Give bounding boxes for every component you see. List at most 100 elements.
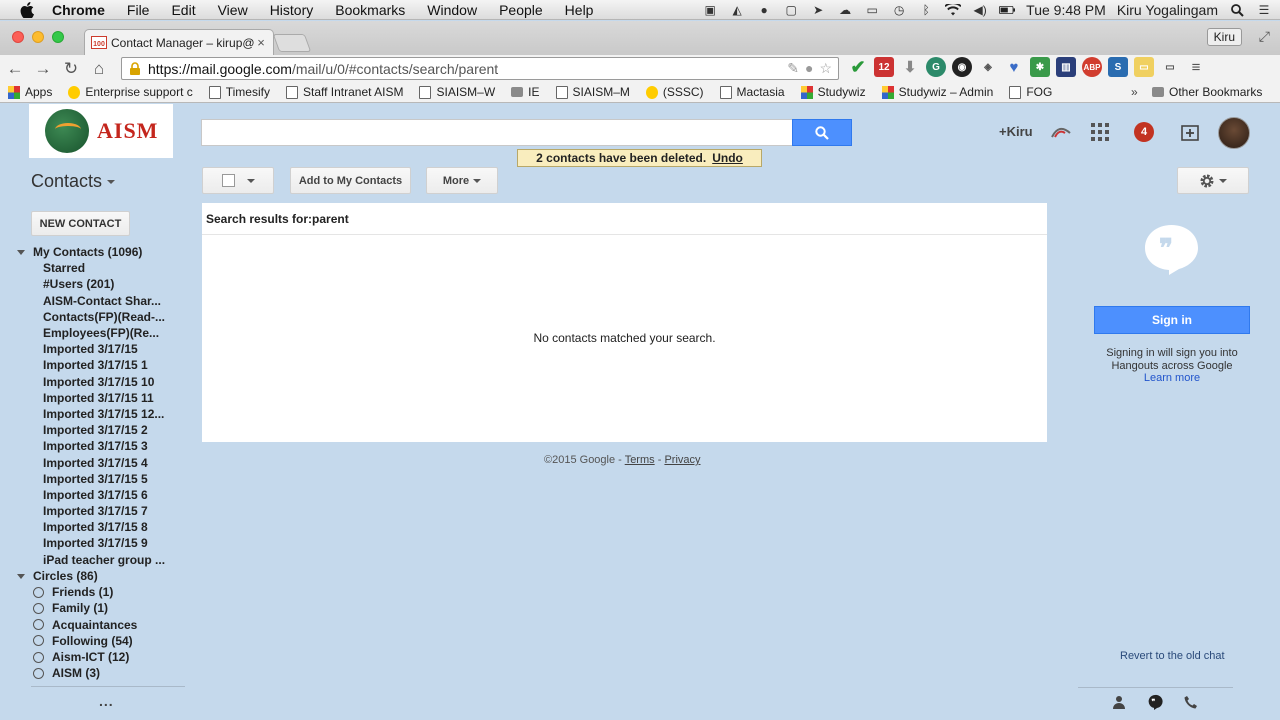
pen-icon[interactable]: ✎ — [787, 60, 799, 77]
settings-button[interactable] — [1177, 167, 1249, 194]
bookmark-studywiz[interactable]: Studywiz — [800, 85, 866, 99]
airplay-icon[interactable]: ▭ — [864, 3, 880, 17]
terms-link[interactable]: Terms — [625, 454, 655, 466]
notification-center-icon[interactable]: ☰ — [1256, 3, 1272, 17]
bookmark-siaism-w[interactable]: SIAISM–W — [419, 85, 495, 99]
tab-close-icon[interactable]: × — [255, 35, 267, 50]
v-extension-icon[interactable]: ♥ — [1004, 57, 1024, 77]
menu-edit[interactable]: Edit — [171, 2, 195, 18]
download-extension-icon[interactable]: ⬇ — [900, 57, 920, 77]
menu-view[interactable]: View — [218, 2, 248, 18]
home-icon[interactable]: ⌂ — [86, 58, 112, 80]
zoom-window-button[interactable] — [52, 31, 64, 43]
menubar-clock[interactable]: Tue 9:48 PM — [1026, 2, 1106, 18]
forward-arrow-icon[interactable]: → — [30, 58, 56, 80]
chart-extension-icon[interactable]: ▥ — [1056, 57, 1076, 77]
s-extension-icon[interactable]: S — [1108, 57, 1128, 77]
hangouts-icon[interactable]: ❞ — [1146, 693, 1164, 711]
sidebar-item-contacts-fp[interactable]: Contacts(FP)(Read-... — [14, 309, 184, 325]
apple-icon[interactable] — [18, 1, 36, 18]
sidebar-item-imported-10[interactable]: Imported 3/17/15 10 — [14, 374, 184, 390]
bookmark-apps[interactable]: Apps — [8, 85, 52, 99]
adblock-extension-icon[interactable]: ABP — [1082, 57, 1102, 77]
new-tab-button[interactable] — [272, 34, 312, 52]
shield-extension-icon[interactable]: ◈ — [978, 57, 998, 77]
share-plus-icon[interactable] — [1180, 122, 1200, 142]
browser-tab-contacts[interactable]: 100 Contact Manager – kirup@ × — [84, 29, 274, 55]
add-to-my-contacts-button[interactable]: Add to My Contacts — [290, 167, 411, 194]
sidebar-item-imported-9[interactable]: Imported 3/17/15 9 — [14, 535, 184, 551]
select-checkbox-dropdown[interactable] — [202, 167, 274, 194]
google-plus-profile-link[interactable]: +Kiru — [999, 124, 1033, 139]
bookmark-timesify[interactable]: Timesify — [208, 85, 270, 99]
bookmark-star-icon[interactable]: ☆ — [819, 60, 832, 77]
menu-window[interactable]: Window — [427, 2, 477, 18]
sidebar-item-starred[interactable]: Starred — [14, 260, 184, 276]
circle-item-following[interactable]: Following (54) — [14, 633, 189, 649]
wifi-icon[interactable] — [945, 3, 962, 17]
sidebar-item-imported-1[interactable]: Imported 3/17/15 1 — [14, 357, 184, 373]
more-button[interactable]: More — [426, 167, 498, 194]
learn-more-link[interactable]: Learn more — [1094, 372, 1250, 385]
bookmark-fog[interactable]: FOG — [1009, 85, 1052, 99]
bookmark-ie[interactable]: IE — [511, 85, 540, 99]
bookmark-sssc[interactable]: (SSSC) — [645, 85, 704, 99]
expand-triangle-icon[interactable] — [17, 573, 25, 579]
chrome-menu-icon[interactable]: ≡ — [1186, 57, 1206, 77]
bookmarks-overflow-chevron-icon[interactable]: » — [1131, 85, 1138, 99]
volume-icon[interactable]: ◀) — [972, 3, 988, 17]
menu-history[interactable]: History — [270, 2, 314, 18]
person-icon[interactable] — [1110, 693, 1128, 711]
apps-launcher-icon[interactable] — [1090, 122, 1110, 142]
grammarly-extension-icon[interactable]: G — [926, 57, 946, 77]
menubar-user[interactable]: Kiru Yogalingam — [1117, 2, 1218, 18]
my-contacts-group[interactable]: My Contacts (1096) — [14, 244, 189, 260]
privacy-link[interactable]: Privacy — [664, 454, 700, 466]
bookmark-studywiz-admin[interactable]: Studywiz – Admin — [881, 85, 993, 99]
expand-triangle-icon[interactable] — [17, 249, 25, 255]
spotlight-search-icon[interactable] — [1229, 3, 1245, 17]
revert-old-chat-link[interactable]: Revert to the old chat — [1120, 650, 1225, 662]
evernote-extension-icon[interactable]: ✱ — [1030, 57, 1050, 77]
badge-extension-icon[interactable]: 12 — [874, 57, 894, 77]
circle-item-aism-ict[interactable]: Aism-ICT (12) — [14, 649, 189, 665]
sidebar-item-imported[interactable]: Imported 3/17/15 — [14, 341, 184, 357]
bookmark-siaism-m[interactable]: SIAISM–M — [555, 85, 630, 99]
bell-icon[interactable]: ◭ — [729, 3, 745, 17]
phone-icon[interactable] — [1182, 693, 1200, 711]
menu-people[interactable]: People — [499, 2, 543, 18]
checkmark-extension-icon[interactable]: ✔ — [848, 57, 868, 77]
menu-bookmarks[interactable]: Bookmarks — [335, 2, 405, 18]
sign-in-button[interactable]: Sign in — [1094, 306, 1250, 334]
screen-icon[interactable]: ▢ — [783, 3, 799, 17]
bookmark-enterprise[interactable]: Enterprise support c — [68, 85, 193, 99]
contacts-app-switcher[interactable]: Contacts — [31, 171, 116, 192]
sidebar-item-imported-3[interactable]: Imported 3/17/15 3 — [14, 438, 184, 454]
chrome-profile-button[interactable]: Kiru — [1206, 28, 1242, 46]
sidebar-item-imported-2[interactable]: Imported 3/17/15 2 — [14, 422, 184, 438]
circles-group[interactable]: Circles (86) — [14, 568, 189, 584]
sidebar-item-imported-7[interactable]: Imported 3/17/15 7 — [14, 503, 184, 519]
sidebar-item-imported-11[interactable]: Imported 3/17/15 11 — [14, 390, 184, 406]
camera-icon[interactable]: ▣ — [702, 3, 718, 17]
cloud-icon[interactable]: ☁ — [837, 3, 853, 17]
menu-file[interactable]: File — [127, 2, 150, 18]
fullscreen-icon[interactable]: ⤢ — [1259, 28, 1270, 45]
circle-item-friends[interactable]: Friends (1) — [14, 584, 189, 600]
menu-help[interactable]: Help — [565, 2, 594, 18]
sidebar-item-imported-6[interactable]: Imported 3/17/15 6 — [14, 487, 184, 503]
plane-icon[interactable]: ➤ — [810, 3, 826, 17]
menu-app-name[interactable]: Chrome — [52, 2, 105, 18]
sidebar-item-ipad-teacher-group[interactable]: iPad teacher group ... — [14, 552, 184, 568]
bluetooth-icon[interactable]: ᛒ — [918, 3, 934, 17]
note-extension-icon[interactable]: ▭ — [1134, 57, 1154, 77]
circle-item-aism[interactable]: AISM (3) — [14, 665, 189, 681]
camera-extension-icon[interactable]: ◉ — [952, 57, 972, 77]
lightbulb-icon[interactable]: ● — [805, 60, 813, 77]
address-bar[interactable]: https://mail.google.com/mail/u/0/#contac… — [121, 57, 839, 80]
sidebar-item-imported-4[interactable]: Imported 3/17/15 4 — [14, 455, 184, 471]
cast-extension-icon[interactable]: ▭ — [1160, 57, 1180, 77]
circle-item-acquaintances[interactable]: Acquaintances — [14, 617, 189, 633]
bookmark-other-bookmarks[interactable]: Other Bookmarks — [1152, 85, 1262, 99]
circle-item-family[interactable]: Family (1) — [14, 600, 189, 616]
